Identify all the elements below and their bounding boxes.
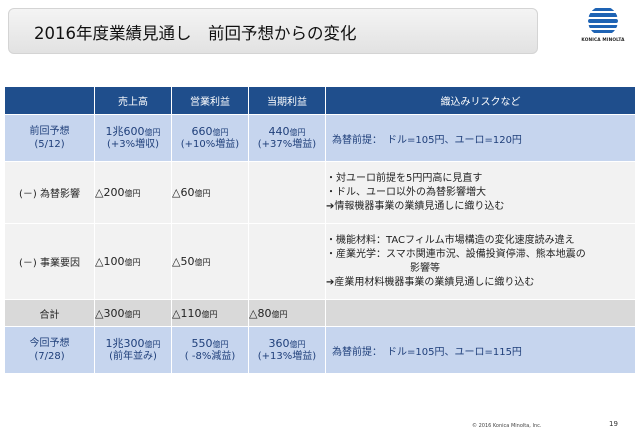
business-factors-label: (－) 事業要因 <box>4 223 95 300</box>
previous-fx-assumption: 為替前提： ドル=105円、ユーロ=120円 <box>325 114 636 162</box>
current-sales-sub: (前年並み) <box>109 350 157 362</box>
current-label: 今回予想 <box>29 338 70 349</box>
business-sales-unit: 億円 <box>124 258 141 267</box>
logo-text: KONICA MINOLTA <box>581 38 625 43</box>
previous-forecast-label: 前回予想 (5/12) <box>4 114 95 162</box>
total-op-value: △110 <box>172 306 202 320</box>
konica-minolta-logo: KONICA MINOLTA <box>575 6 631 46</box>
fx-op-profit: △60億円 <box>171 161 249 224</box>
previous-sales-value: 1兆600 <box>105 124 145 138</box>
header-risk: 織込みリスクなど <box>325 86 636 115</box>
total-op-unit: 億円 <box>201 309 218 319</box>
business-sales: △100億円 <box>94 223 172 300</box>
business-note-1: ・機能材料：TACフィルム市場構造の変化速度読み違え <box>326 234 575 246</box>
previous-net-profit: 440億円 (+37%増益) <box>248 114 326 162</box>
business-note-2: ・産業光学：スマホ関連市況、設備投資停滞、熊本地震の <box>326 248 586 260</box>
current-sales-unit: 億円 <box>144 339 161 349</box>
business-op-value: △50 <box>172 255 195 268</box>
header-empty <box>4 86 95 115</box>
business-net-profit <box>248 223 326 300</box>
previous-net-sub: (+37%増益) <box>257 138 317 150</box>
page-title: 2016年度業績見通し 前回予想からの変化 <box>34 24 357 43</box>
fx-sales-unit: 億円 <box>124 189 141 198</box>
fx-note-3: ➔情報機器事業の業績見通しに織り込む <box>326 200 505 212</box>
total-sales-value: △300 <box>95 306 125 320</box>
business-sales-value: △100 <box>95 255 125 268</box>
total-sales: △300億円 <box>94 299 172 327</box>
row-total: 合計 △300億円 △110億円 △80億円 <box>4 299 636 327</box>
current-net-sub: (+13%増益) <box>257 350 317 362</box>
business-note-4: ➔産業用材料機器事業の業績見通しに織り込む <box>326 276 535 288</box>
fx-note-2: ・ドル、ユーロ以外の為替影響増大 <box>326 186 486 198</box>
fx-sales: △200億円 <box>94 161 172 224</box>
current-op-value: 550 <box>191 336 213 350</box>
fx-net-profit <box>248 161 326 224</box>
total-label: 合計 <box>4 299 95 327</box>
previous-net-unit: 億円 <box>289 127 306 137</box>
current-net-unit: 億円 <box>289 339 306 349</box>
current-net-value: 360 <box>268 336 290 350</box>
title-bar: 2016年度業績見通し 前回予想からの変化 <box>8 8 538 54</box>
business-op-unit: 億円 <box>194 258 211 267</box>
copyright: © 2016 Konica Minolta, Inc. <box>472 423 542 429</box>
fx-notes: ・対ユーロ前提を5円円高に見直す ・ドル、ユーロ以外の為替影響増大 ➔情報機器事… <box>325 161 636 224</box>
page-number: 19 <box>609 420 618 428</box>
previous-sales-unit: 億円 <box>144 127 161 137</box>
globe-icon <box>588 6 618 36</box>
fx-note-1: ・対ユーロ前提を5円円高に見直す <box>326 172 483 184</box>
total-notes <box>325 299 636 327</box>
row-business-factors: (－) 事業要因 △100億円 △50億円 ・機能材料：TACフィルム市場構造の… <box>4 223 636 300</box>
previous-date: (5/12) <box>34 139 65 150</box>
current-forecast-label: 今回予想 (7/28) <box>4 326 95 374</box>
row-fx-impact: (－) 為替影響 △200億円 △60億円 ・対ユーロ前提を5円円高に見直す ・… <box>4 161 636 224</box>
table-header-row: 売上高 営業利益 当期利益 織込みリスクなど <box>4 86 636 115</box>
current-sales-value: 1兆300 <box>105 336 145 350</box>
current-fx-assumption: 為替前提： ドル=105円、ユーロ=115円 <box>325 326 636 374</box>
row-previous-forecast: 前回予想 (5/12) 1兆600億円 (+3%増収) 660億円 (+10%増… <box>4 114 636 162</box>
total-net-value: △80 <box>249 306 272 320</box>
current-op-sub: ( -8%減益) <box>184 350 236 362</box>
header-net-profit: 当期利益 <box>248 86 326 115</box>
fx-op-unit: 億円 <box>194 189 211 198</box>
fx-op-value: △60 <box>172 186 195 199</box>
previous-op-unit: 億円 <box>212 127 229 137</box>
business-note-3: 影響等 <box>410 262 440 274</box>
forecast-table: 売上高 営業利益 当期利益 織込みリスクなど 前回予想 (5/12) 1兆600… <box>4 86 636 374</box>
current-net-profit: 360億円 (+13%増益) <box>248 326 326 374</box>
current-op-profit: 550億円 ( -8%減益) <box>171 326 249 374</box>
previous-label: 前回予想 <box>29 126 70 137</box>
current-date: (7/28) <box>34 351 65 362</box>
total-net-profit: △80億円 <box>248 299 326 327</box>
total-net-unit: 億円 <box>271 309 288 319</box>
fx-sales-value: △200 <box>95 186 125 199</box>
row-current-forecast: 今回予想 (7/28) 1兆300億円 (前年並み) 550億円 ( -8%減益… <box>4 326 636 374</box>
header-operating-profit: 営業利益 <box>171 86 249 115</box>
previous-op-profit: 660億円 (+10%増益) <box>171 114 249 162</box>
previous-sales: 1兆600億円 (+3%増収) <box>94 114 172 162</box>
previous-sales-sub: (+3%増収) <box>106 138 160 150</box>
total-sales-unit: 億円 <box>124 309 141 319</box>
header-sales: 売上高 <box>94 86 172 115</box>
total-op-profit: △110億円 <box>171 299 249 327</box>
current-op-unit: 億円 <box>212 339 229 349</box>
current-sales: 1兆300億円 (前年並み) <box>94 326 172 374</box>
previous-op-value: 660 <box>191 124 213 138</box>
previous-op-sub: (+10%増益) <box>180 138 240 150</box>
business-notes: ・機能材料：TACフィルム市場構造の変化速度読み違え ・産業光学：スマホ関連市況… <box>325 223 636 300</box>
business-op-profit: △50億円 <box>171 223 249 300</box>
previous-net-value: 440 <box>268 124 290 138</box>
fx-impact-label: (－) 為替影響 <box>4 161 95 224</box>
